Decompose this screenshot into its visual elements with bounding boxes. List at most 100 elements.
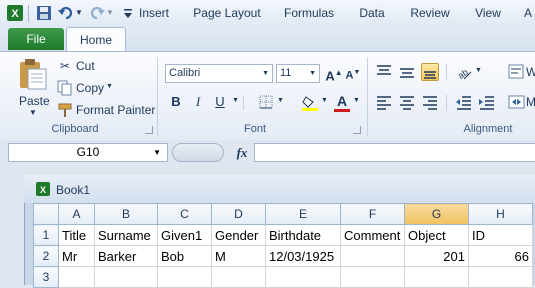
shrink-font-icon[interactable]: A▼: [344, 64, 362, 82]
middle-align-icon[interactable]: [398, 63, 416, 81]
column-header[interactable]: E: [265, 203, 341, 225]
cell[interactable]: 201: [404, 245, 469, 267]
cut-icon[interactable]: ✂: [56, 57, 74, 75]
redo-dropdown-icon[interactable]: ▼: [106, 4, 114, 22]
cell[interactable]: [340, 245, 405, 267]
italic-button[interactable]: I: [189, 93, 207, 111]
font-color-icon[interactable]: A: [333, 92, 351, 112]
copy-dropdown-icon[interactable]: ▼: [106, 83, 113, 90]
bold-button[interactable]: B: [167, 93, 185, 111]
cell[interactable]: Mr: [58, 245, 95, 267]
cell[interactable]: Title: [58, 224, 95, 246]
fill-color-icon[interactable]: [301, 93, 319, 111]
formula-input[interactable]: [254, 143, 535, 162]
cell[interactable]: [404, 266, 469, 288]
column-header[interactable]: A: [58, 203, 95, 225]
top-align-icon[interactable]: [375, 63, 393, 81]
wrap-text-icon[interactable]: [508, 63, 526, 81]
grow-font-icon[interactable]: A▲: [325, 64, 343, 83]
ribbon-divider: [367, 58, 368, 136]
column-header[interactable]: C: [157, 203, 212, 225]
paste-button[interactable]: Paste: [19, 94, 50, 108]
copy-button[interactable]: Copy: [76, 81, 104, 95]
name-box[interactable]: G10 ▼: [8, 143, 168, 162]
name-box-dropdown-icon[interactable]: ▼: [153, 144, 161, 161]
borders-icon[interactable]: [257, 93, 275, 111]
cell[interactable]: Given1: [157, 224, 212, 246]
cell[interactable]: ID: [468, 224, 533, 246]
column-header[interactable]: F: [340, 203, 405, 225]
redo-icon[interactable]: [88, 4, 106, 22]
column-header[interactable]: H: [468, 203, 533, 225]
cell[interactable]: Gender: [211, 224, 266, 246]
cell[interactable]: Bob: [157, 245, 212, 267]
align-left-icon[interactable]: [375, 93, 393, 111]
cell[interactable]: Surname: [94, 224, 158, 246]
borders-dropdown-icon[interactable]: ▼: [277, 97, 284, 104]
cut-button[interactable]: Cut: [76, 59, 95, 73]
undo-icon[interactable]: [57, 4, 75, 22]
tab-page-layout[interactable]: Page Layout: [186, 4, 268, 24]
cell[interactable]: Birthdate: [265, 224, 341, 246]
cell[interactable]: 66: [468, 245, 533, 267]
name-box-value: G10: [76, 145, 100, 159]
cell[interactable]: [94, 266, 158, 288]
font-dialog-launcher-icon[interactable]: [353, 126, 361, 134]
table-row: 2 Mr Barker Bob M 12/03/1925 201 66: [33, 245, 533, 267]
format-painter-icon[interactable]: [56, 101, 74, 119]
clipboard-dialog-launcher-icon[interactable]: [145, 126, 153, 134]
formula-bar-splitter[interactable]: [172, 143, 224, 162]
paste-icon[interactable]: [16, 58, 50, 90]
column-header[interactable]: D: [211, 203, 266, 225]
row-header[interactable]: 3: [33, 266, 59, 288]
cell[interactable]: Comment: [340, 224, 405, 246]
orientation-dropdown-icon[interactable]: ▼: [475, 67, 482, 74]
align-right-icon[interactable]: [421, 93, 439, 111]
cell[interactable]: [157, 266, 212, 288]
align-center-icon[interactable]: [398, 93, 416, 111]
tab-insert[interactable]: Insert: [132, 4, 176, 24]
cell[interactable]: Object: [404, 224, 469, 246]
tab-view[interactable]: View: [468, 4, 508, 24]
bottom-align-icon[interactable]: [421, 63, 439, 81]
fill-color-dropdown-icon[interactable]: ▼: [321, 97, 328, 104]
cell[interactable]: [340, 266, 405, 288]
cell[interactable]: M: [211, 245, 266, 267]
tab-file[interactable]: File: [8, 28, 64, 50]
save-icon[interactable]: [35, 4, 53, 22]
wrap-text-label-partial[interactable]: W: [526, 65, 535, 77]
cell[interactable]: [468, 266, 533, 288]
row-header[interactable]: 1: [33, 224, 59, 246]
orientation-icon[interactable]: ab: [455, 63, 473, 81]
cell[interactable]: Barker: [94, 245, 158, 267]
increase-indent-icon[interactable]: [478, 93, 496, 111]
row-header[interactable]: 2: [33, 245, 59, 267]
paste-dropdown-icon[interactable]: ▼: [29, 108, 37, 117]
underline-dropdown-icon[interactable]: ▼: [232, 97, 239, 104]
underline-button[interactable]: U: [211, 93, 229, 111]
format-painter-button[interactable]: Format Painter: [76, 103, 155, 117]
decrease-indent-icon[interactable]: [455, 93, 473, 111]
tab-formulas[interactable]: Formulas: [278, 4, 340, 24]
tab-review[interactable]: Review: [404, 4, 456, 24]
insert-function-icon[interactable]: fx: [233, 143, 251, 162]
tab-home[interactable]: Home: [66, 27, 126, 53]
font-color-dropdown-icon[interactable]: ▼: [353, 97, 360, 104]
excel-logo-icon[interactable]: X: [6, 4, 24, 22]
cell[interactable]: [211, 266, 266, 288]
font-name-select[interactable]: Calibri ▼: [165, 64, 273, 83]
select-all-corner[interactable]: [33, 203, 59, 225]
copy-icon[interactable]: [56, 79, 74, 97]
cell[interactable]: 12/03/1925: [265, 245, 341, 267]
cell[interactable]: [58, 266, 95, 288]
column-header-selected[interactable]: G: [404, 203, 469, 225]
tab-partial[interactable]: A: [524, 4, 535, 24]
cell[interactable]: [265, 266, 341, 288]
merge-center-icon[interactable]: [508, 93, 526, 111]
workbook-titlebar: X Book1: [24, 175, 535, 203]
tab-data[interactable]: Data: [352, 4, 392, 24]
merge-center-label-partial[interactable]: M: [526, 95, 535, 107]
column-header[interactable]: B: [94, 203, 158, 225]
undo-dropdown-icon[interactable]: ▼: [75, 4, 83, 22]
font-size-select[interactable]: 11 ▼: [276, 64, 320, 83]
